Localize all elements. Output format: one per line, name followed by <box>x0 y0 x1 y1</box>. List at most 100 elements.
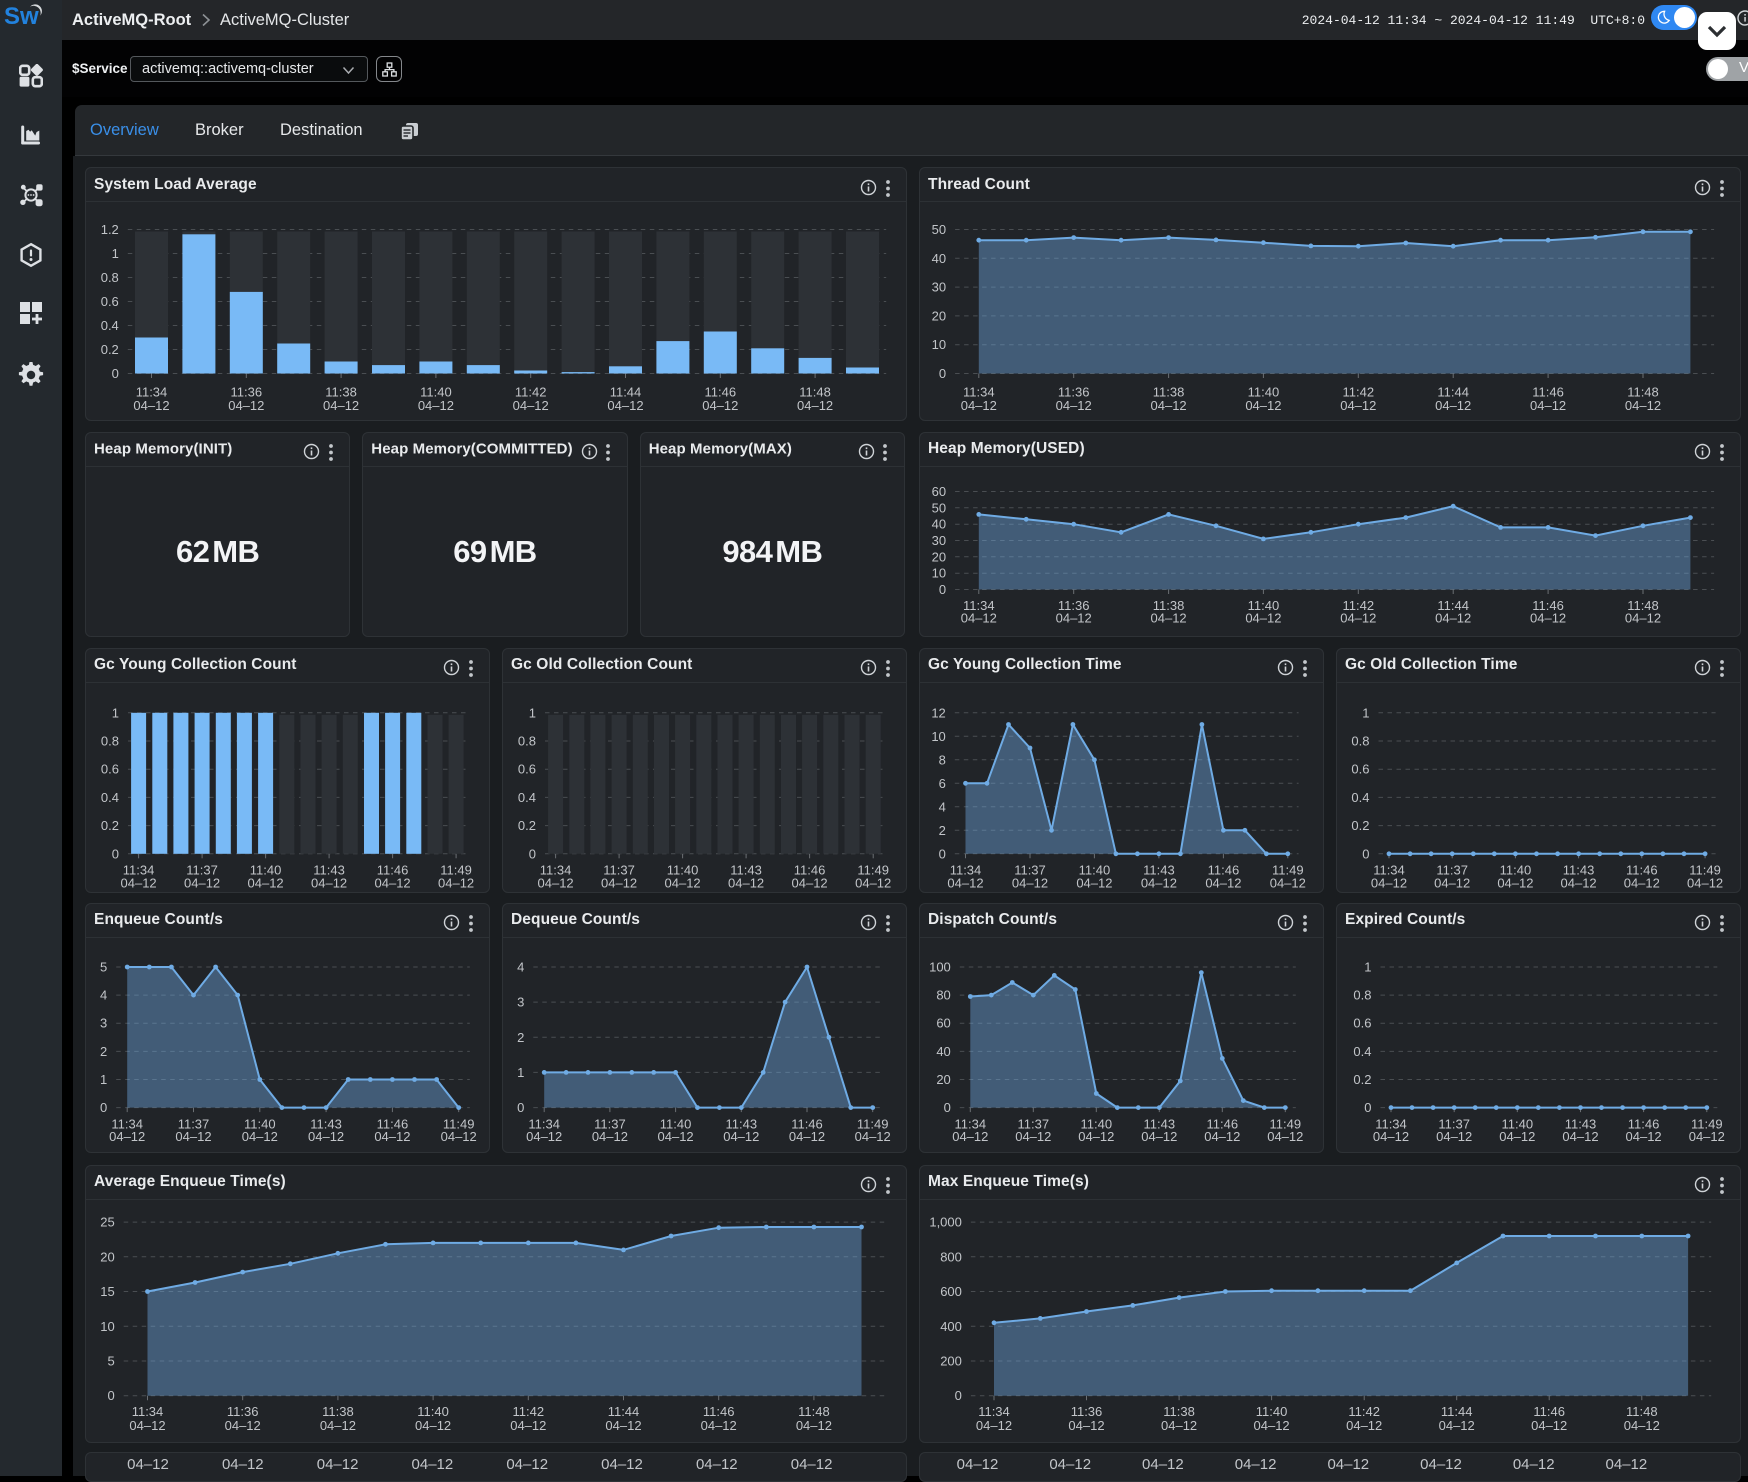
svg-text:100: 100 <box>929 959 951 974</box>
svg-text:11:44: 11:44 <box>1441 1404 1473 1419</box>
svg-text:10: 10 <box>100 1319 114 1334</box>
svg-text:04–12: 04–12 <box>1625 610 1661 625</box>
svg-text:11:34: 11:34 <box>132 1404 164 1419</box>
svg-text:04–12: 04–12 <box>1434 875 1470 890</box>
svg-text:600: 600 <box>940 1284 962 1299</box>
svg-text:04–12: 04–12 <box>1562 1128 1598 1143</box>
svg-text:0.2: 0.2 <box>101 818 119 833</box>
svg-text:04–12: 04–12 <box>375 875 411 890</box>
svg-text:04–12: 04–12 <box>225 1418 261 1433</box>
svg-text:0: 0 <box>955 1388 962 1403</box>
svg-text:0.8: 0.8 <box>1351 733 1369 748</box>
svg-text:04–12: 04–12 <box>702 398 738 413</box>
svg-text:04–12: 04–12 <box>1687 875 1723 890</box>
svg-text:5: 5 <box>100 959 107 974</box>
svg-text:04–12: 04–12 <box>1340 398 1376 413</box>
svg-text:11:40: 11:40 <box>1256 1404 1288 1419</box>
svg-text:0.6: 0.6 <box>1353 1015 1371 1030</box>
svg-text:04–12: 04–12 <box>607 398 643 413</box>
svg-text:15: 15 <box>100 1284 114 1299</box>
svg-text:0.8: 0.8 <box>518 733 536 748</box>
svg-text:0: 0 <box>1362 846 1369 861</box>
svg-text:04–12: 04–12 <box>1531 1418 1567 1433</box>
svg-text:11:38: 11:38 <box>322 1404 354 1419</box>
svg-text:0.2: 0.2 <box>1353 1072 1371 1087</box>
svg-text:04–12: 04–12 <box>415 1418 451 1433</box>
svg-text:04–12: 04–12 <box>1373 1128 1409 1143</box>
svg-text:0: 0 <box>939 846 946 861</box>
svg-text:04–12: 04–12 <box>311 875 347 890</box>
svg-text:20: 20 <box>100 1249 114 1264</box>
svg-text:0: 0 <box>100 1100 107 1115</box>
svg-text:1.2: 1.2 <box>101 222 119 237</box>
svg-text:04–12: 04–12 <box>1624 1418 1660 1433</box>
svg-text:04–12: 04–12 <box>976 1418 1012 1433</box>
svg-text:2: 2 <box>100 1043 107 1058</box>
svg-text:11:38: 11:38 <box>1163 1404 1195 1419</box>
svg-text:11:42: 11:42 <box>1348 1404 1380 1419</box>
svg-text:6: 6 <box>939 775 946 790</box>
svg-text:400: 400 <box>940 1319 962 1334</box>
svg-text:04–12: 04–12 <box>1012 875 1048 890</box>
svg-text:04–12: 04–12 <box>789 1128 825 1143</box>
svg-text:04–12: 04–12 <box>538 875 574 890</box>
svg-text:30: 30 <box>932 280 946 295</box>
svg-text:40: 40 <box>932 251 946 266</box>
svg-text:0.4: 0.4 <box>518 790 536 805</box>
svg-text:04–12: 04–12 <box>1078 1128 1114 1143</box>
svg-text:04–12: 04–12 <box>797 398 833 413</box>
svg-text:20: 20 <box>932 308 946 323</box>
svg-text:04–12: 04–12 <box>323 398 359 413</box>
svg-text:4: 4 <box>517 959 524 974</box>
svg-text:04–12: 04–12 <box>796 1418 832 1433</box>
svg-text:0.4: 0.4 <box>1351 790 1369 805</box>
svg-text:04–12: 04–12 <box>121 875 157 890</box>
svg-text:04–12: 04–12 <box>1499 1128 1535 1143</box>
svg-text:04–12: 04–12 <box>1056 610 1092 625</box>
svg-text:0: 0 <box>1364 1100 1371 1115</box>
svg-text:04–12: 04–12 <box>855 1128 891 1143</box>
svg-text:04–12: 04–12 <box>248 875 284 890</box>
svg-text:10: 10 <box>931 728 945 743</box>
svg-text:04–12: 04–12 <box>438 875 474 890</box>
svg-text:50: 50 <box>932 222 946 237</box>
svg-text:04–12: 04–12 <box>1439 1418 1475 1433</box>
svg-text:11:42: 11:42 <box>513 1404 545 1419</box>
svg-text:04–12: 04–12 <box>1076 875 1112 890</box>
svg-text:1: 1 <box>112 246 119 261</box>
svg-text:04–12: 04–12 <box>109 1128 145 1143</box>
svg-text:04–12: 04–12 <box>1435 610 1471 625</box>
svg-text:50: 50 <box>932 500 946 515</box>
svg-text:11:44: 11:44 <box>608 1404 640 1419</box>
svg-text:11:36: 11:36 <box>227 1404 259 1419</box>
svg-text:04–12: 04–12 <box>1435 398 1471 413</box>
svg-text:0: 0 <box>944 1100 951 1115</box>
svg-text:04–12: 04–12 <box>1497 875 1533 890</box>
svg-text:11:36: 11:36 <box>1071 1404 1103 1419</box>
svg-text:11:34: 11:34 <box>978 1404 1010 1419</box>
svg-text:800: 800 <box>940 1249 962 1264</box>
svg-text:0.6: 0.6 <box>518 761 536 776</box>
svg-text:04–12: 04–12 <box>1151 610 1187 625</box>
svg-text:0: 0 <box>107 1388 114 1403</box>
svg-text:04–12: 04–12 <box>1270 875 1306 890</box>
svg-text:04–12: 04–12 <box>1204 1128 1240 1143</box>
svg-text:04–12: 04–12 <box>855 875 891 890</box>
svg-text:04–12: 04–12 <box>1624 875 1660 890</box>
svg-text:0.6: 0.6 <box>101 761 119 776</box>
svg-text:80: 80 <box>936 987 950 1002</box>
svg-text:04–12: 04–12 <box>1561 875 1597 890</box>
svg-text:04–12: 04–12 <box>592 1128 628 1143</box>
svg-text:04–12: 04–12 <box>1625 398 1661 413</box>
svg-text:04–12: 04–12 <box>961 398 997 413</box>
svg-text:0: 0 <box>112 846 119 861</box>
svg-text:04–12: 04–12 <box>1056 398 1092 413</box>
svg-text:3: 3 <box>517 994 524 1009</box>
svg-text:04–12: 04–12 <box>1340 610 1376 625</box>
svg-text:04–12: 04–12 <box>1068 1418 1104 1433</box>
svg-text:11:40: 11:40 <box>417 1404 449 1419</box>
svg-text:2: 2 <box>939 822 946 837</box>
svg-text:04–12: 04–12 <box>1371 875 1407 890</box>
svg-text:04–12: 04–12 <box>728 875 764 890</box>
svg-text:8: 8 <box>939 752 946 767</box>
